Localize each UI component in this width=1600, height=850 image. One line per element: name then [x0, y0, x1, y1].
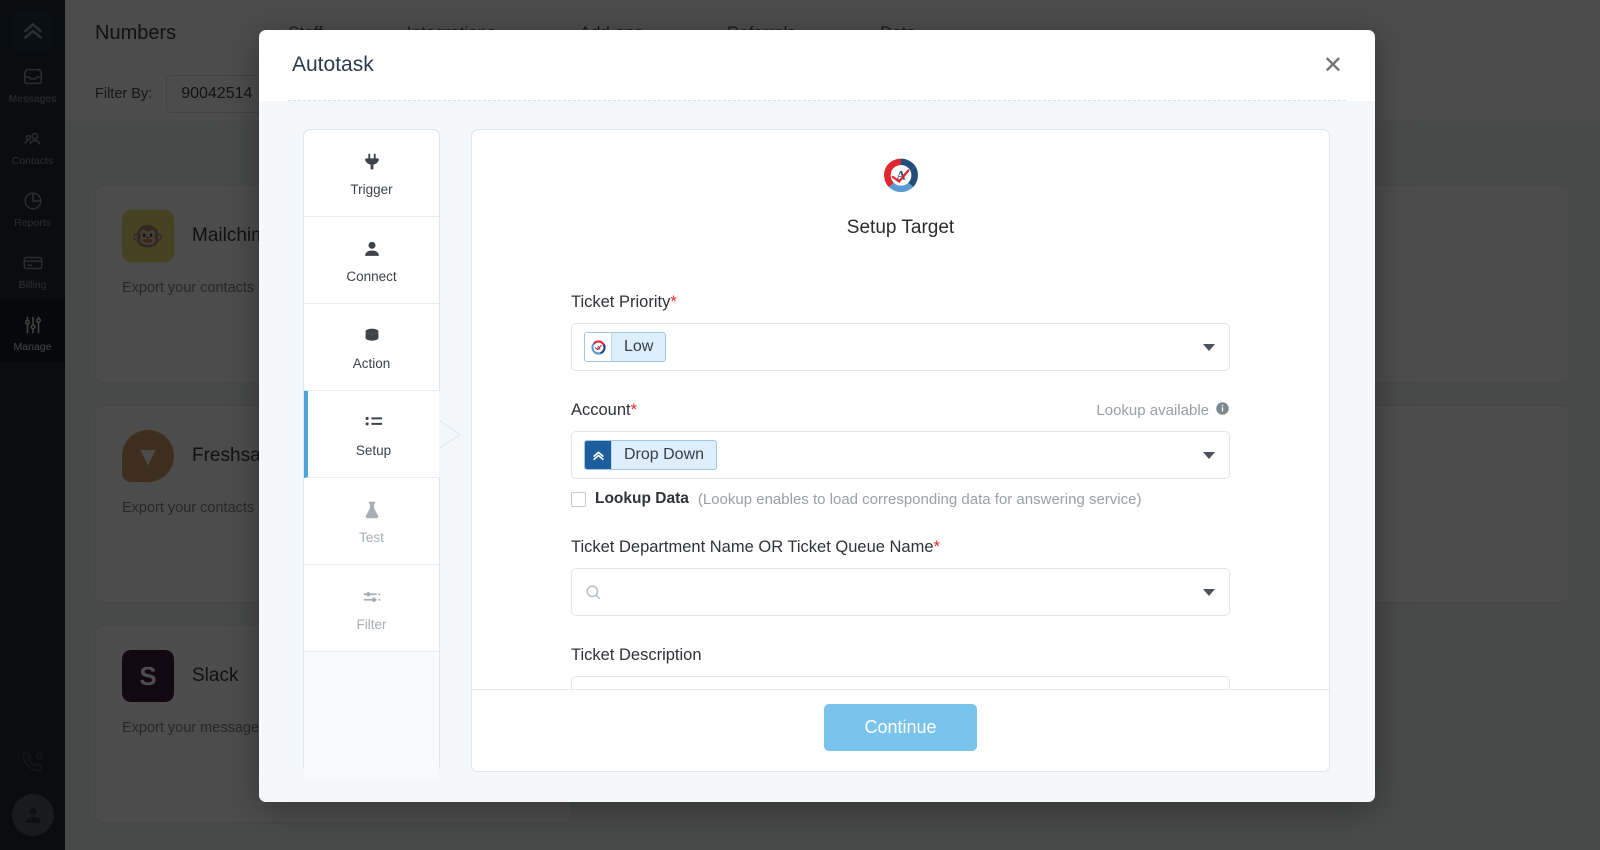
ticket-priority-chip[interactable]: A Low [584, 332, 667, 362]
step-label: Setup [355, 443, 392, 458]
slack-logo-icon: S [122, 650, 174, 702]
rail-label: Billing [18, 279, 47, 291]
field-label: Ticket Department Name OR Ticket Queue N… [571, 538, 940, 556]
setup-form-scroll[interactable]: A Setup Target Ticket Priority* A Low Ac… [472, 130, 1329, 689]
rail-label: Messages [8, 93, 57, 105]
search-icon [584, 583, 603, 602]
lookup-data-checkbox[interactable] [571, 491, 586, 507]
chip-value: Drop Down [624, 446, 705, 463]
autotask-setup-modal: Autotask ✕ Trigger Connect Action Setup … [259, 30, 1375, 802]
phone-forward-icon [20, 749, 46, 780]
target-header: A Setup Target [571, 154, 1230, 239]
autotask-logo-icon: A [879, 158, 923, 202]
app-logo-icon [585, 441, 612, 469]
account-select[interactable]: Drop Down [571, 431, 1230, 479]
step-setup[interactable]: Setup [304, 391, 461, 478]
app-logo[interactable] [11, 10, 54, 52]
setup-form-panel: A Setup Target Ticket Priority* A Low Ac… [471, 129, 1330, 772]
rail-item-manage[interactable]: Manage [0, 300, 65, 362]
step-filter[interactable]: Filter [304, 565, 439, 652]
sliders-icon [21, 313, 45, 337]
database-icon [361, 323, 383, 349]
left-nav-rail: Messages Contacts Reports Billing Manage [0, 0, 65, 850]
target-title: Setup Target [846, 217, 955, 238]
filter-label: Filter By: [95, 85, 153, 102]
account-chip[interactable]: Drop Down [584, 440, 718, 470]
field-account: Account* Lookup available Drop Down [571, 401, 1230, 479]
rail-item-contacts[interactable]: Contacts [0, 114, 65, 176]
step-label: Connect [346, 269, 397, 284]
credit-card-icon [21, 251, 45, 275]
field-ticket-department: Ticket Department Name OR Ticket Queue N… [571, 538, 1230, 616]
chevron-down-icon[interactable] [1203, 588, 1215, 596]
info-icon[interactable] [1215, 401, 1230, 420]
field-ticket-description: Ticket Description [571, 646, 1230, 689]
rail-item-messages[interactable]: Messages [0, 52, 65, 114]
field-label: Ticket Description [571, 646, 702, 664]
required-asterisk: * [933, 538, 940, 556]
field-label: Account* [571, 401, 638, 419]
plug-icon [361, 149, 383, 175]
required-asterisk: * [630, 401, 638, 419]
field-label: Ticket Priority* [571, 293, 677, 311]
lookup-data-row: Lookup Data (Lookup enables to load corr… [571, 490, 1230, 508]
field-ticket-priority: Ticket Priority* A Low [571, 293, 1230, 371]
person-icon [361, 236, 383, 262]
lookup-data-hint: (Lookup enables to load corresponding da… [697, 490, 1142, 508]
steps-filler [304, 652, 439, 780]
chevron-down-icon[interactable] [1203, 451, 1215, 459]
step-test[interactable]: Test [304, 478, 439, 565]
inbox-icon [21, 65, 45, 89]
rail-label: Reports [14, 217, 51, 229]
card-title: Slack [192, 665, 239, 686]
lookup-note-text: Lookup available [1096, 402, 1209, 419]
active-step-pointer-icon [439, 391, 461, 478]
step-label: Test [359, 530, 384, 545]
step-connect[interactable]: Connect [304, 217, 439, 304]
panel-footer: Continue [472, 689, 1329, 771]
sliders-icon [361, 584, 383, 610]
mailchimp-logo-icon: 🐵 [122, 210, 174, 262]
modal-title: Autotask [292, 53, 374, 76]
step-label: Trigger [350, 182, 393, 197]
modal-body: Trigger Connect Action Setup Test Filter… [259, 101, 1375, 802]
autotask-logo-icon: A [585, 333, 612, 361]
lookup-data-label: Lookup Data [595, 490, 689, 507]
page-title: Numbers [95, 21, 177, 44]
ticket-description-input[interactable] [571, 676, 1230, 689]
flask-icon [361, 497, 383, 523]
pie-chart-icon [21, 189, 45, 213]
close-icon[interactable]: ✕ [1323, 53, 1343, 77]
freshsales-logo-icon: ▼ [122, 430, 174, 482]
rail-item-reports[interactable]: Reports [0, 176, 65, 238]
chevron-down-icon[interactable] [1203, 343, 1215, 351]
wizard-steps: Trigger Connect Action Setup Test Filter [303, 129, 461, 780]
step-label: Action [352, 356, 391, 371]
step-trigger[interactable]: Trigger [304, 130, 439, 217]
rail-label: Manage [13, 341, 52, 353]
filter-value: 90042514 [181, 84, 253, 102]
chip-value: Low [624, 338, 654, 355]
rail-label: Contacts [11, 155, 54, 167]
avatar[interactable] [11, 794, 54, 836]
lookup-available-note: Lookup available [1096, 401, 1230, 420]
ticket-priority-select[interactable]: A Low [571, 323, 1230, 371]
rail-item-call[interactable] [0, 735, 65, 794]
people-icon [21, 127, 45, 151]
ticket-department-select[interactable] [571, 568, 1230, 616]
rail-item-billing[interactable]: Billing [0, 238, 65, 300]
modal-header: Autotask ✕ [259, 30, 1375, 100]
step-action[interactable]: Action [304, 304, 439, 391]
list-icon [363, 410, 385, 436]
required-asterisk: * [670, 293, 677, 311]
continue-button[interactable]: Continue [824, 704, 977, 751]
step-label: Filter [356, 617, 387, 632]
